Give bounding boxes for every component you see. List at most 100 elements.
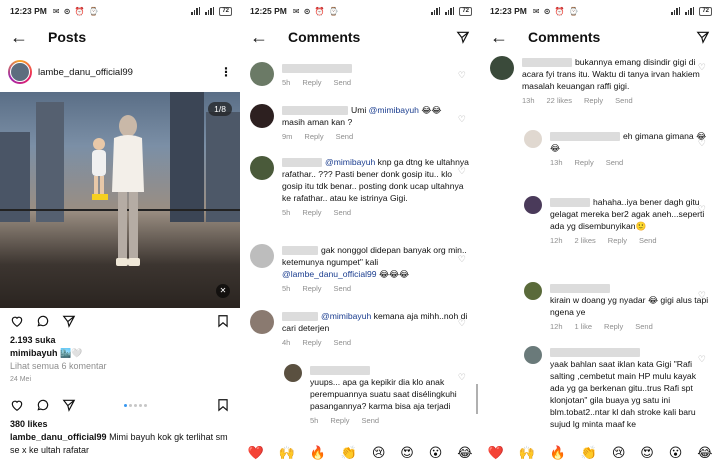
emoji-clap[interactable]: 👏 — [581, 445, 597, 461]
avatar[interactable] — [250, 62, 274, 86]
send-button[interactable]: Send — [334, 284, 352, 293]
signal-icon-2 — [205, 7, 215, 15]
reply-button[interactable]: Reply — [330, 416, 349, 425]
avatar[interactable] — [524, 346, 542, 364]
like-heart-icon[interactable]: ♡ — [698, 204, 706, 215]
emoji-laugh[interactable]: 😂 — [457, 445, 472, 461]
likes-count[interactable]: 22 likes — [547, 96, 572, 105]
emoji-heart[interactable]: ❤️ — [487, 445, 503, 461]
emoji-raised-hands[interactable]: 🙌 — [519, 445, 535, 461]
comment-mention[interactable]: @lambe_danu_official99 — [282, 269, 377, 279]
blurred-username — [550, 198, 590, 208]
comment-mention[interactable]: @mimibayuh — [321, 311, 371, 321]
post2-likes[interactable]: 380 likes — [0, 418, 240, 431]
reply-button[interactable]: Reply — [584, 96, 603, 105]
save-icon[interactable] — [216, 398, 230, 412]
send-icon[interactable] — [696, 30, 710, 44]
like-heart-icon[interactable]: ♡ — [458, 70, 466, 81]
send-button[interactable]: Send — [334, 78, 352, 87]
emoji-wow[interactable]: 😮 — [429, 445, 443, 461]
more-options-icon[interactable]: ⋮ — [220, 65, 232, 79]
comment-mention[interactable]: @mimibayuh — [325, 157, 375, 167]
post-username[interactable]: lambe_danu_official99 — [38, 67, 133, 78]
like-heart-icon[interactable]: ♡ — [458, 114, 466, 125]
emoji-laugh[interactable]: 😂 — [697, 445, 712, 461]
avatar[interactable] — [250, 156, 274, 180]
caption-username[interactable]: mimibayuh — [10, 348, 58, 358]
avatar[interactable] — [524, 196, 542, 214]
avatar[interactable] — [524, 282, 542, 300]
like-heart-icon[interactable]: ♡ — [458, 372, 466, 383]
send-button[interactable]: Send — [334, 338, 352, 347]
reply-button[interactable]: Reply — [608, 236, 627, 245]
back-arrow-icon[interactable]: ← — [490, 27, 516, 48]
post-photo[interactable]: 1/8 ✕ — [0, 92, 240, 308]
post2-username[interactable]: lambe_danu_official99 — [10, 432, 107, 442]
avatar[interactable] — [490, 56, 514, 80]
like-heart-icon[interactable]: ♡ — [698, 354, 706, 365]
heart-icon[interactable] — [10, 314, 24, 328]
heart-icon[interactable] — [10, 398, 24, 412]
emoji-fire[interactable]: 🔥 — [550, 445, 566, 461]
send-button[interactable]: Send — [336, 132, 354, 141]
blurred-username — [522, 58, 572, 68]
send-icon[interactable] — [456, 30, 470, 44]
reply-button[interactable]: Reply — [575, 158, 594, 167]
reply-button[interactable]: Reply — [302, 284, 321, 293]
avatar[interactable] — [524, 130, 542, 148]
like-heart-icon[interactable]: ♡ — [458, 166, 466, 177]
status-bar: 12:25 PM ✉ ⊙ ⏰ ⌚ 72 — [240, 0, 480, 22]
view-comments-link[interactable]: Lihat semua 6 komentar — [0, 360, 240, 373]
comment-mention[interactable]: @mimibayuh — [369, 105, 419, 115]
likes-count[interactable]: 2.193 suka — [0, 334, 240, 347]
like-heart-icon[interactable]: ♡ — [458, 254, 466, 265]
like-heart-icon[interactable]: ♡ — [698, 138, 706, 149]
send-button[interactable]: Send — [606, 158, 624, 167]
send-button[interactable]: Send — [362, 416, 380, 425]
battery-icon: 72 — [459, 6, 472, 16]
send-button[interactable]: Send — [334, 208, 352, 217]
avatar[interactable] — [250, 104, 274, 128]
share-icon[interactable] — [62, 398, 76, 412]
emoji-cry[interactable]: 😢 — [372, 445, 386, 461]
share-icon[interactable] — [62, 314, 76, 328]
like-heart-icon[interactable]: ♡ — [698, 290, 706, 301]
signal-icon — [191, 7, 201, 15]
comment-item: @mimibayuh kemana aja mihh..noh di cari … — [250, 310, 472, 349]
comment-item: gak nonggol didepan banyak org min.. ket… — [250, 244, 472, 295]
emoji-heart[interactable]: ❤️ — [247, 445, 263, 461]
comment-icon[interactable] — [36, 398, 50, 412]
emoji-cry[interactable]: 😢 — [612, 445, 626, 461]
send-button[interactable]: Send — [635, 322, 653, 331]
reply-button[interactable]: Reply — [302, 208, 321, 217]
mute-icon[interactable]: ✕ — [216, 284, 230, 298]
reply-button[interactable]: Reply — [604, 322, 623, 331]
emoji-heart-eyes[interactable]: 😍 — [400, 445, 414, 461]
blurred-username — [282, 312, 318, 322]
comment-icon[interactable] — [36, 314, 50, 328]
likes-count[interactable]: 2 likes — [575, 236, 596, 245]
like-heart-icon[interactable]: ♡ — [458, 318, 466, 329]
avatar[interactable] — [250, 310, 274, 334]
emoji-heart-eyes[interactable]: 😍 — [640, 445, 654, 461]
scrollbar[interactable] — [476, 384, 478, 414]
reply-button[interactable]: Reply — [304, 132, 323, 141]
emoji-wow[interactable]: 😮 — [669, 445, 683, 461]
save-icon[interactable] — [216, 314, 230, 328]
reply-button[interactable]: Reply — [302, 338, 321, 347]
post-account-row[interactable]: lambe_danu_official99 ⋮ — [0, 52, 240, 92]
back-arrow-icon[interactable]: ← — [10, 27, 36, 48]
send-button[interactable]: Send — [639, 236, 657, 245]
avatar[interactable] — [8, 60, 32, 84]
avatar[interactable] — [284, 364, 302, 382]
likes-count[interactable]: 1 like — [575, 322, 593, 331]
reply-button[interactable]: Reply — [302, 78, 321, 87]
emoji-clap[interactable]: 👏 — [341, 445, 357, 461]
emoji-raised-hands[interactable]: 🙌 — [279, 445, 295, 461]
woman-figure — [112, 115, 144, 266]
like-heart-icon[interactable]: ♡ — [698, 62, 706, 73]
back-arrow-icon[interactable]: ← — [250, 27, 276, 48]
avatar[interactable] — [250, 244, 274, 268]
emoji-fire[interactable]: 🔥 — [310, 445, 326, 461]
send-button[interactable]: Send — [615, 96, 633, 105]
